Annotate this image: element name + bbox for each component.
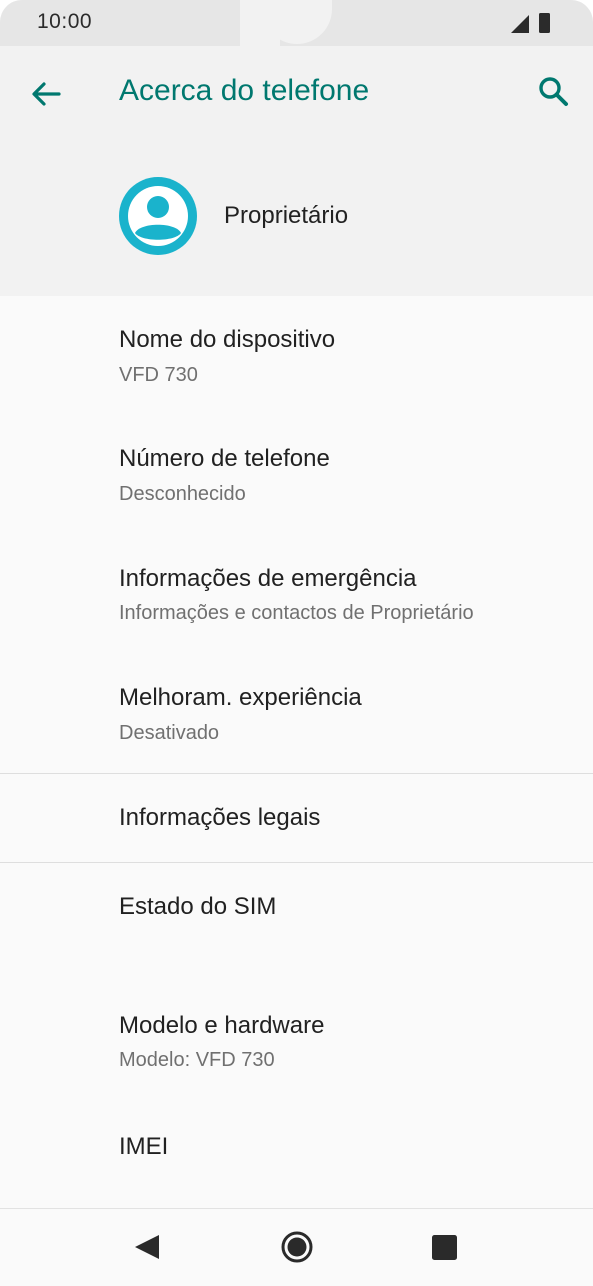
item-title: Número de telefone: [119, 445, 330, 472]
list-item-sim-status[interactable]: Estado do SIM: [0, 863, 593, 973]
list-item-legal-info[interactable]: Informações legais: [0, 774, 593, 862]
item-subtitle: Desativado: [119, 722, 220, 744]
square-recents-icon[interactable]: [420, 1223, 468, 1271]
list-item-emergency-info[interactable]: Informações de emergência Informações e …: [0, 534, 593, 654]
list-item-experience[interactable]: Melhoram. experiência Desativado: [0, 654, 593, 773]
item-subtitle: VFD 730: [119, 364, 198, 386]
page-title: Acerca do telefone: [119, 74, 370, 107]
account-circle-icon: [119, 177, 197, 255]
item-title: Nome do dispositivo: [119, 326, 336, 353]
list-item-model-hardware[interactable]: Modelo e hardware Modelo: VFD 730: [0, 986, 593, 1106]
battery-icon: [539, 13, 550, 33]
signal-icon: [511, 15, 529, 33]
item-title: IMEI: [119, 1133, 169, 1160]
item-title: Melhoram. experiência: [119, 684, 362, 711]
item-title: Informações de emergência: [119, 565, 417, 592]
list-item-imei[interactable]: IMEI: [0, 1106, 593, 1206]
item-title: Modelo e hardware: [119, 1012, 325, 1039]
triangle-back-icon[interactable]: [123, 1223, 171, 1271]
item-title: Estado do SIM: [119, 893, 277, 920]
search-icon[interactable]: [532, 70, 576, 114]
status-icons: [511, 13, 550, 33]
status-bar: 10:00: [0, 0, 593, 46]
circle-home-icon[interactable]: [273, 1223, 321, 1271]
navigation-bar: [0, 1208, 593, 1286]
item-subtitle: Modelo: VFD 730: [119, 1049, 275, 1071]
list-item-device-name[interactable]: Nome do dispositivo VFD 730: [0, 296, 593, 414]
app-header: Acerca do telefone Proprietário: [0, 46, 593, 296]
arrow-left-icon[interactable]: [24, 72, 68, 116]
item-title: Informações legais: [119, 804, 321, 831]
status-time: 10:00: [37, 10, 93, 33]
list-item-phone-number[interactable]: Número de telefone Desconhecido: [0, 414, 593, 534]
item-subtitle: Desconhecido: [119, 483, 246, 505]
owner-name: Proprietário: [224, 202, 349, 229]
phone-screen: 10:00 Acerca do telefone Proprietário No…: [0, 0, 593, 1286]
item-subtitle: Informações e contactos de Proprietário: [119, 602, 474, 624]
